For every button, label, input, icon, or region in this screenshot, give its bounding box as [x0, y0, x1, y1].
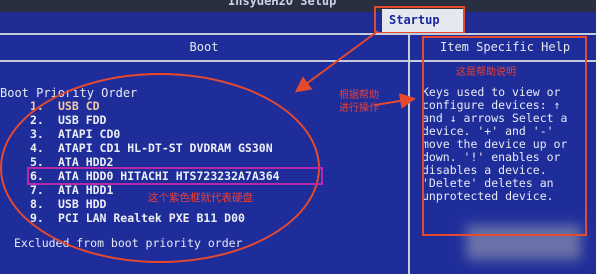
arrow-to-boot-list [294, 30, 379, 93]
annotation-arrows [294, 30, 416, 109]
bios-screen: InsydeH2O Setup Startup Boot Item Specif… [0, 0, 596, 274]
arrow-to-help [374, 93, 416, 109]
